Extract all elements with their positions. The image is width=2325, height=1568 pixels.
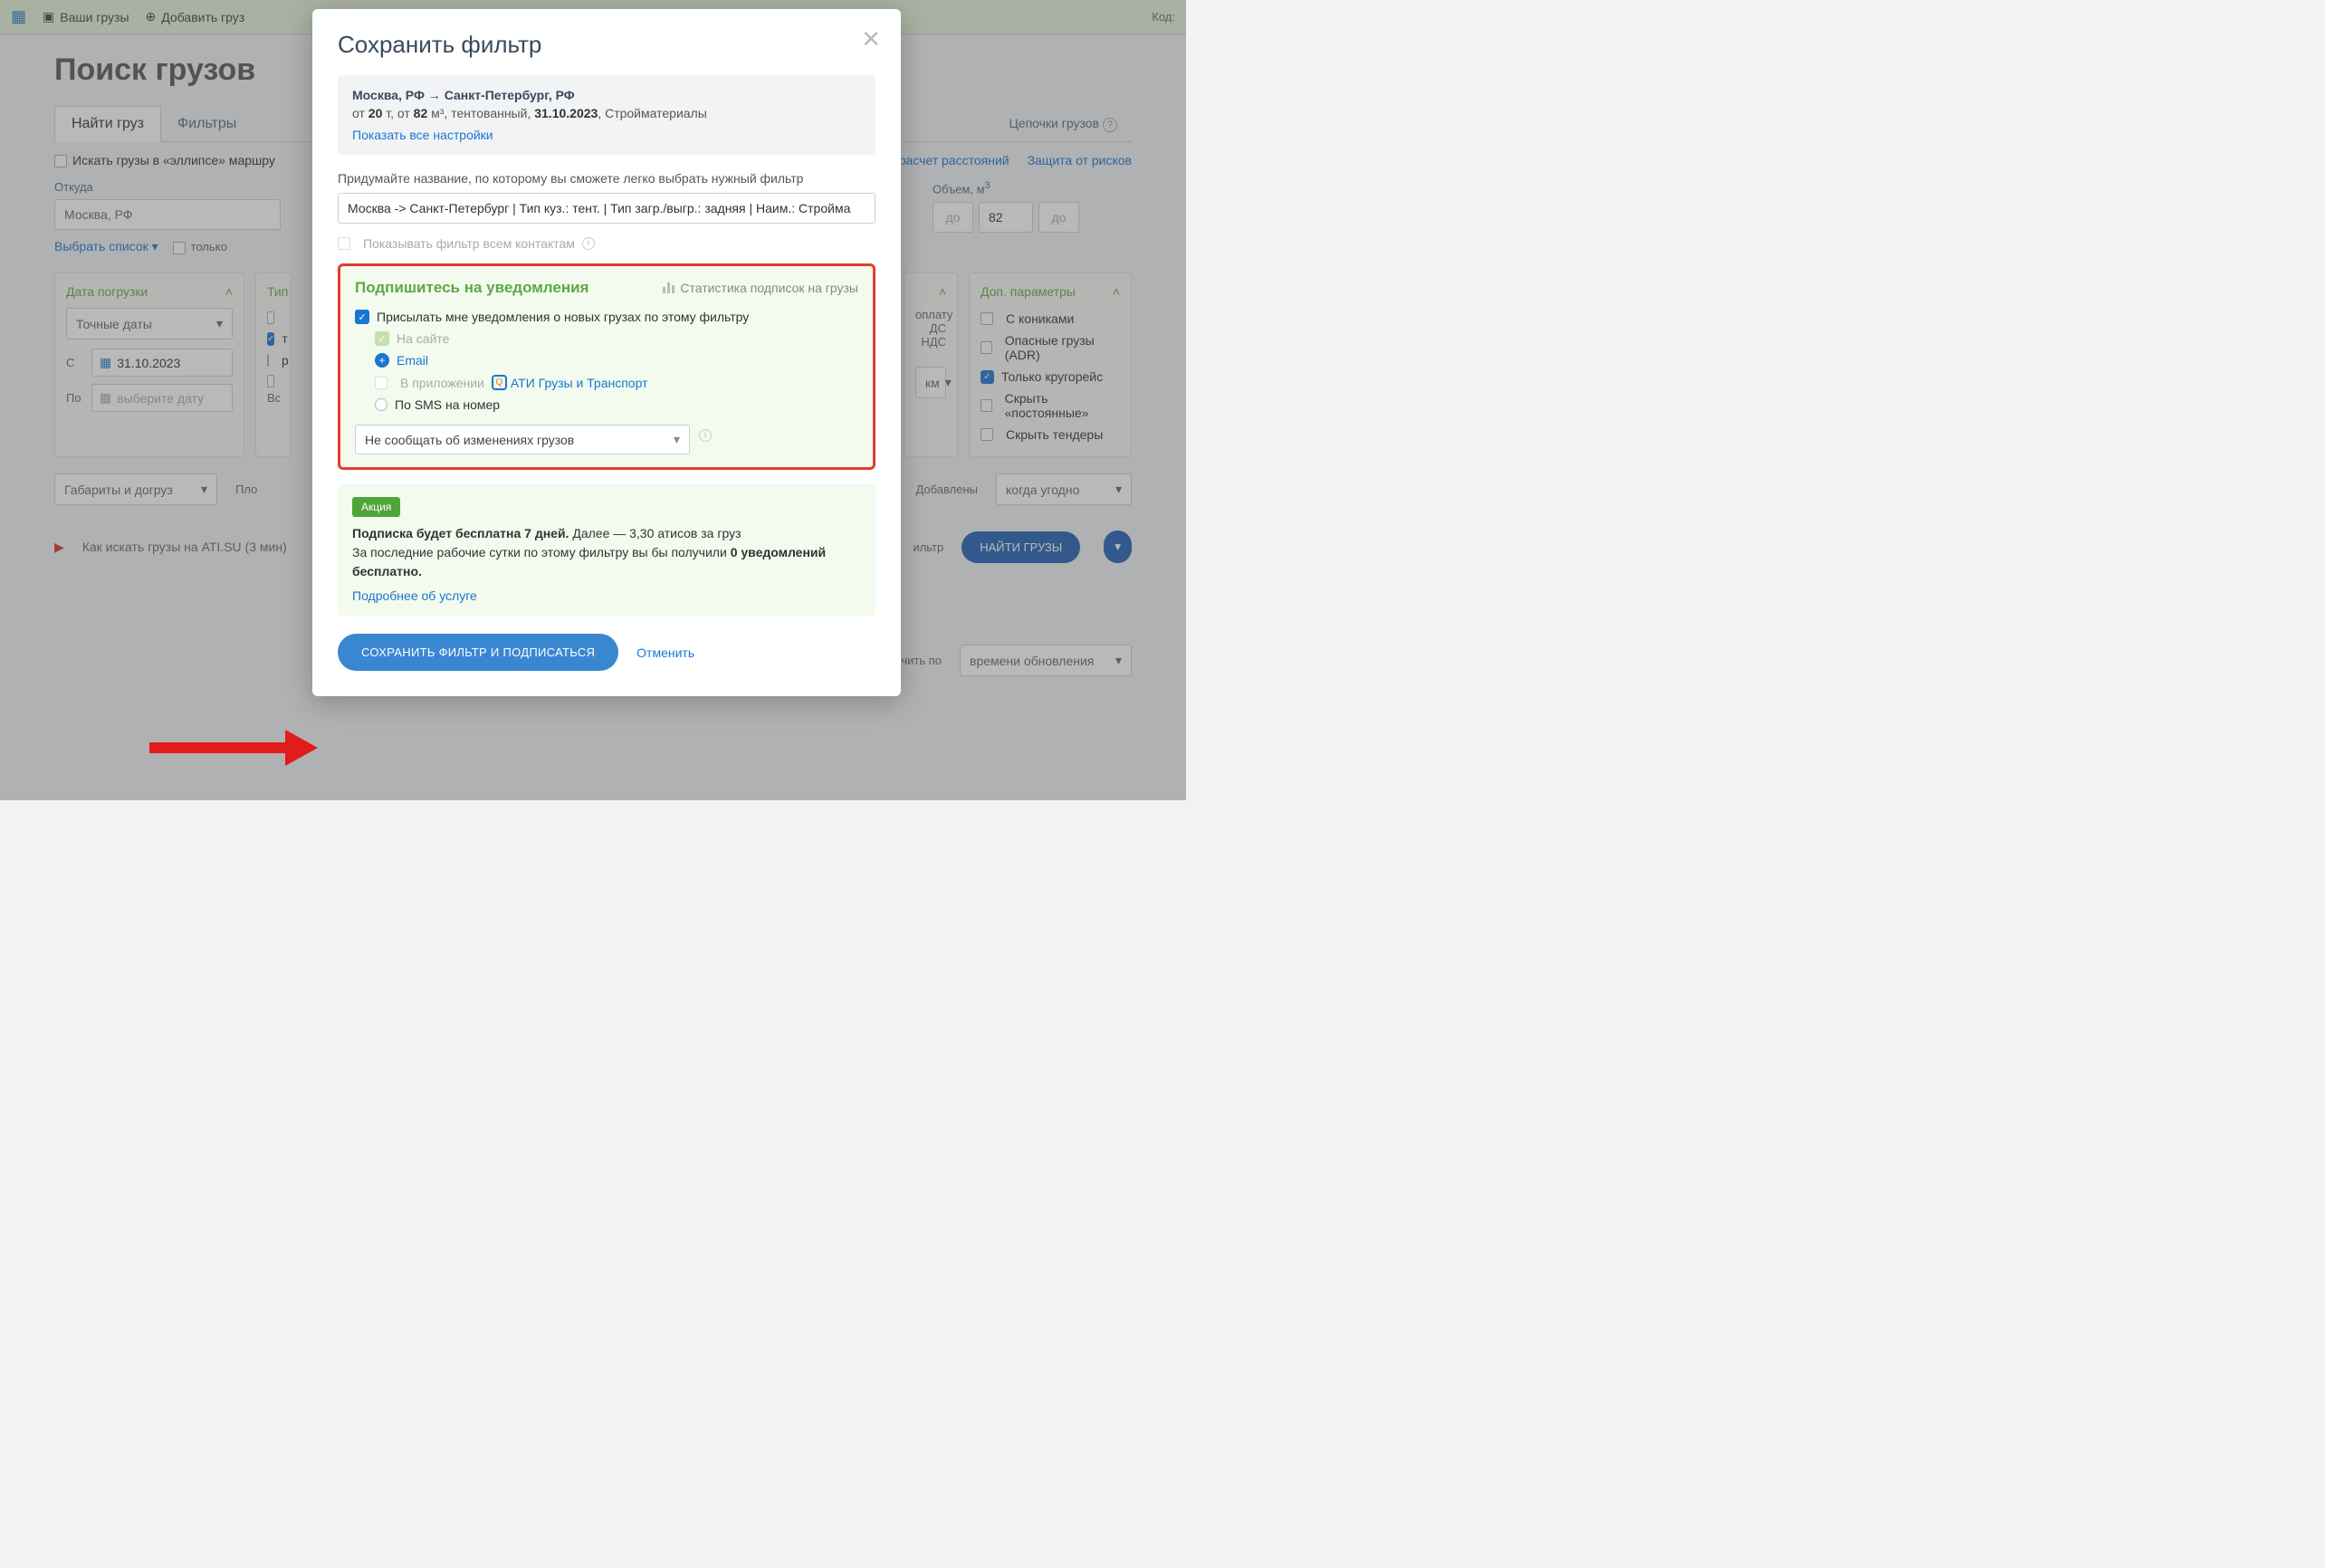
promo-badge: Акция (352, 497, 400, 517)
chevron-down-icon: ▾ (674, 432, 680, 447)
app-link[interactable]: QАТИ Грузы и Транспорт (492, 375, 648, 390)
show-contacts-label: Показывать фильтр всем контактам (363, 236, 575, 251)
subscribe-title: Подпишитесь на уведомления (355, 279, 588, 297)
save-and-subscribe-button[interactable]: СОХРАНИТЬ ФИЛЬТР И ПОДПИСАТЬСЯ (338, 634, 618, 671)
show-contacts-checkbox[interactable] (338, 237, 350, 250)
subscribe-section: Подпишитесь на уведомления Статистика по… (338, 263, 875, 470)
app-badge-icon: Q (492, 375, 507, 390)
show-all-settings-link[interactable]: Показать все настройки (352, 128, 493, 142)
email-add[interactable]: + Email (355, 349, 858, 371)
close-icon[interactable]: ✕ (861, 25, 881, 53)
sms-checkbox[interactable]: По SMS на номер (355, 394, 858, 416)
send-notifications-checkbox[interactable]: ✓ Присылать мне уведомления о новых груз… (355, 306, 858, 328)
plus-icon: + (375, 353, 389, 368)
promo-section: Акция Подписка будет бесплатна 7 дней. Д… (338, 484, 875, 616)
modal-title: Сохранить фильтр (338, 31, 875, 59)
promo-line2: За последние рабочие сутки по этому филь… (352, 543, 861, 581)
promo-more-link[interactable]: Подробнее об услуге (352, 588, 477, 603)
filter-summary: Москва, РФ → Санкт-Петербург, РФ от 20 т… (338, 75, 875, 155)
promo-line1: Подписка будет бесплатна 7 дней. Далее —… (352, 524, 861, 543)
bars-icon (663, 282, 675, 293)
subscription-stats-link[interactable]: Статистика подписок на грузы (663, 281, 858, 295)
on-site-checkbox[interactable]: ✓ На сайте (355, 328, 858, 349)
change-notification-select[interactable]: Не сообщать об изменениях грузов ▾ (355, 425, 690, 454)
summary-route: Москва, РФ → Санкт-Петербург, РФ (352, 88, 861, 102)
in-app-checkbox[interactable]: В приложении QАТИ Грузы и Транспорт (355, 371, 858, 394)
save-filter-modal: ✕ Сохранить фильтр Москва, РФ → Санкт-Пе… (312, 9, 901, 696)
annotation-arrow (149, 730, 321, 766)
summary-detail: от 20 т, от 82 м³, тентованный, 31.10.20… (352, 106, 861, 120)
filter-name-input[interactable] (338, 193, 875, 224)
info-icon[interactable]: i (582, 237, 595, 250)
info-icon[interactable]: i (699, 429, 712, 442)
cancel-button[interactable]: Отменить (636, 645, 694, 660)
name-hint: Придумайте название, по которому вы смож… (338, 171, 875, 186)
